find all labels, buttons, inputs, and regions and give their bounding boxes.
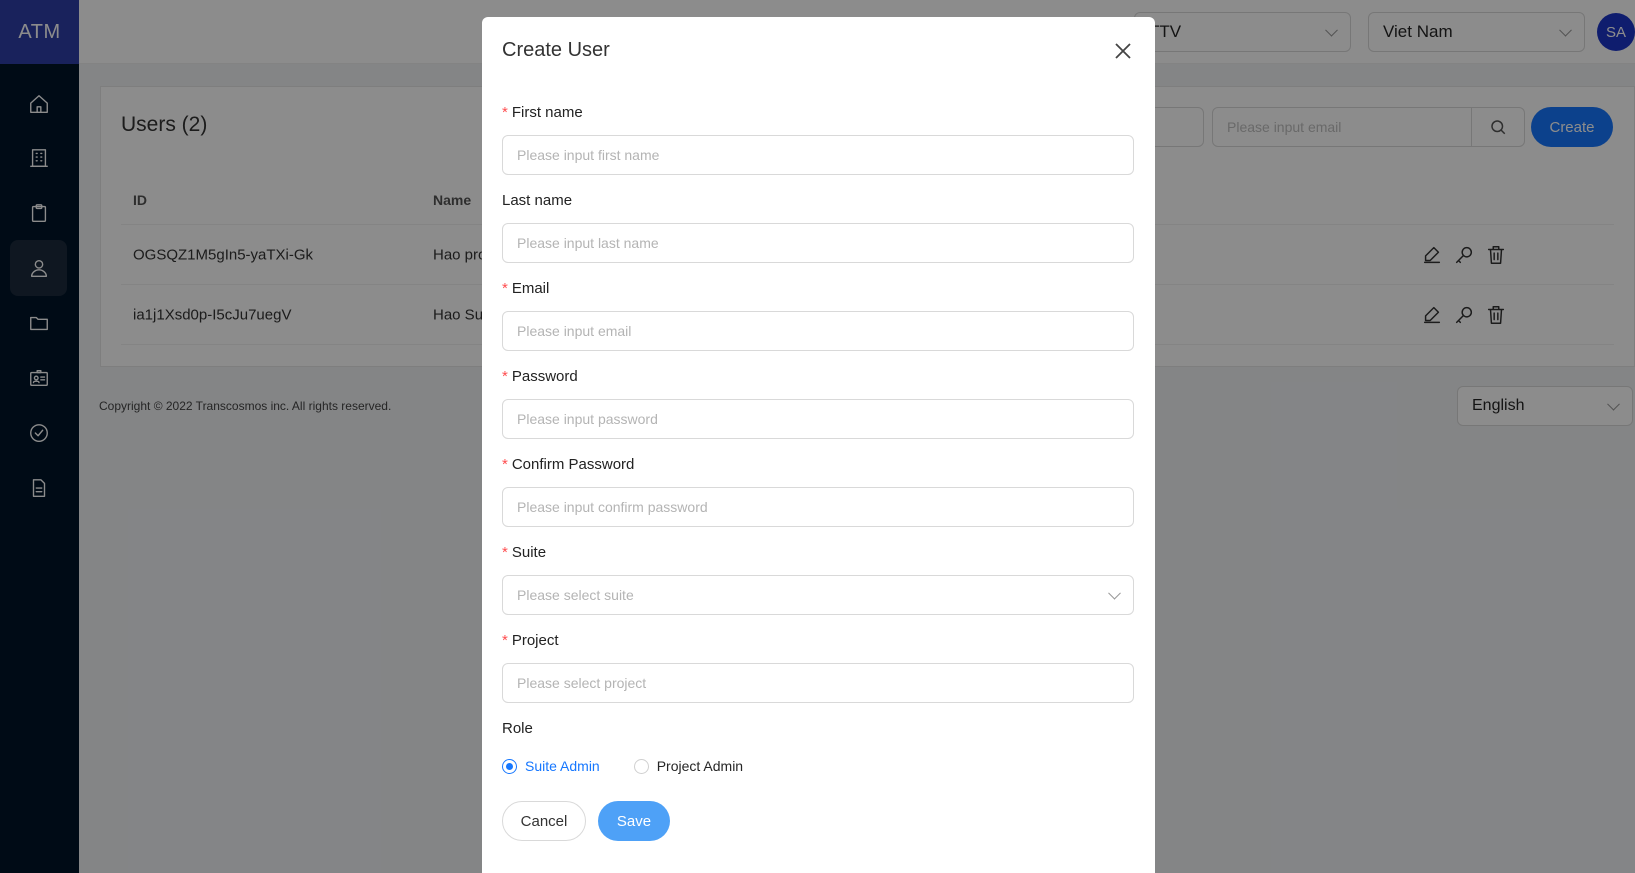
first-name-input[interactable] [502, 135, 1134, 175]
required-mark: * [502, 544, 508, 561]
role-radio-group: Suite Admin Project Admin [502, 758, 777, 774]
password-label: * Password [502, 368, 578, 385]
required-mark: * [502, 280, 508, 297]
password-input[interactable] [502, 399, 1134, 439]
first-name-label: * First name [502, 104, 583, 121]
suite-placeholder: Please select suite [517, 587, 634, 603]
modal-title: Create User [502, 39, 610, 61]
close-button[interactable] [1113, 41, 1133, 61]
project-label: * Project [502, 632, 559, 649]
project-select[interactable]: Please select project [502, 663, 1134, 703]
required-mark: * [502, 368, 508, 385]
role-option-suite-admin[interactable]: Suite Admin [502, 758, 600, 774]
radio-unchecked-icon [633, 758, 649, 774]
last-name-input[interactable] [502, 223, 1134, 263]
radio-checked-icon [502, 758, 517, 774]
project-placeholder: Please select project [517, 675, 647, 691]
last-name-label: Last name [502, 192, 573, 209]
cancel-button[interactable]: Cancel [502, 801, 586, 841]
create-user-modal: Create User *First name Last name *Email… [482, 17, 1155, 873]
suite-label: * Suite [502, 544, 547, 561]
confirm-password-label: * Confirm Password [502, 456, 635, 473]
chevron-down-icon [1108, 586, 1121, 600]
required-mark: * [502, 104, 508, 121]
role-option-label: Suite Admin [525, 758, 600, 774]
required-mark: * [502, 632, 508, 649]
required-mark: * [502, 456, 508, 473]
email-label: * Email [502, 280, 550, 297]
email-field[interactable] [502, 311, 1134, 351]
save-button[interactable]: Save [598, 801, 670, 841]
role-label: Role [502, 720, 533, 737]
suite-dropdown[interactable]: Please select suite [502, 575, 1134, 615]
role-option-project-admin[interactable]: Project Admin [633, 758, 744, 774]
confirm-password-input[interactable] [502, 487, 1134, 527]
close-icon [1115, 43, 1131, 59]
role-option-label: Project Admin [656, 758, 744, 774]
